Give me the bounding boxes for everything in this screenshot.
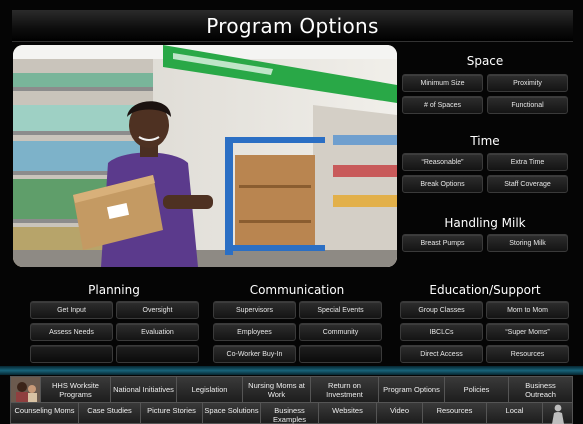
nav-business-examples[interactable]: Business Examples	[261, 403, 319, 424]
nav-websites[interactable]: Websites	[319, 403, 377, 423]
storing-milk-button[interactable]: Storing Milk	[487, 234, 568, 252]
secondary-nav: Counseling Moms Case Studies Picture Sto…	[10, 403, 573, 424]
nav-counseling-moms[interactable]: Counseling Moms	[11, 403, 79, 423]
special-events-button[interactable]: Special Events	[299, 301, 382, 319]
assess-needs-button[interactable]: Assess Needs	[30, 323, 113, 341]
ibclcs-button[interactable]: IBCLCs	[400, 323, 483, 341]
space-heading: Space	[466, 54, 504, 68]
planning-empty-button-2	[116, 345, 199, 363]
proximity-button[interactable]: Proximity	[487, 74, 568, 92]
staff-coverage-button[interactable]: Staff Coverage	[487, 175, 568, 193]
communication-empty-button	[299, 345, 382, 363]
communication-heading: Communication	[249, 283, 345, 297]
breast-pumps-button[interactable]: Breast Pumps	[402, 234, 483, 252]
nav-picture-stories[interactable]: Picture Stories	[141, 403, 203, 423]
mother-thumbnail-image[interactable]	[11, 377, 41, 402]
supervisors-button[interactable]: Supervisors	[213, 301, 296, 319]
divider-band	[0, 366, 583, 375]
extra-time-button[interactable]: Extra Time	[487, 153, 568, 171]
number-of-spaces-button[interactable]: # of Spaces	[402, 96, 483, 114]
page-title: Program Options	[206, 14, 379, 38]
primary-nav: HHS Worksite Programs National Initiativ…	[10, 376, 573, 403]
reasonable-button[interactable]: “Reasonable”	[402, 153, 483, 171]
nav-resources[interactable]: Resources	[423, 403, 487, 423]
hero-photo	[13, 45, 397, 267]
planning-empty-button-1	[30, 345, 113, 363]
evaluation-button[interactable]: Evaluation	[116, 323, 199, 341]
handling-milk-heading: Handling Milk	[444, 216, 526, 230]
super-moms-button[interactable]: “Super Moms”	[486, 323, 569, 341]
time-heading: Time	[470, 134, 500, 148]
nav-video[interactable]: Video	[377, 403, 423, 423]
nav-case-studies[interactable]: Case Studies	[79, 403, 141, 423]
get-input-button[interactable]: Get Input	[30, 301, 113, 319]
person-icon[interactable]	[544, 403, 572, 424]
app-frame: Program Options Space Minimum Size Proxi…	[0, 0, 583, 424]
nav-space-solutions[interactable]: Space Solutions	[203, 403, 261, 423]
nav-business-outreach[interactable]: Business Outreach	[509, 377, 572, 402]
planning-heading: Planning	[88, 283, 140, 297]
oversight-button[interactable]: Oversight	[116, 301, 199, 319]
education-support-heading: Education/Support	[429, 283, 541, 297]
resources-button[interactable]: Resources	[486, 345, 569, 363]
direct-access-button[interactable]: Direct Access	[400, 345, 483, 363]
store-worker-illustration	[13, 45, 397, 267]
nav-legislation[interactable]: Legislation	[177, 377, 243, 402]
nav-return-on-investment[interactable]: Return on Investment	[311, 377, 379, 402]
break-options-button[interactable]: Break Options	[402, 175, 483, 193]
nav-nursing-moms-at-work[interactable]: Nursing Moms at Work	[243, 377, 311, 402]
employees-button[interactable]: Employees	[213, 323, 296, 341]
coworker-buy-in-button[interactable]: Co-Worker Buy-In	[213, 345, 296, 363]
group-classes-button[interactable]: Group Classes	[400, 301, 483, 319]
functional-button[interactable]: Functional	[487, 96, 568, 114]
nav-local[interactable]: Local	[487, 403, 543, 423]
nav-hhs-worksite-programs[interactable]: HHS Worksite Programs	[41, 377, 111, 402]
mom-to-mom-button[interactable]: Mom to Mom	[486, 301, 569, 319]
community-button[interactable]: Community	[299, 323, 382, 341]
nav-national-initiatives[interactable]: National Initiatives	[111, 377, 177, 402]
minimum-size-button[interactable]: Minimum Size	[402, 74, 483, 92]
title-bar: Program Options	[12, 10, 573, 42]
nav-policies[interactable]: Policies	[445, 377, 509, 402]
nav-program-options[interactable]: Program Options	[379, 377, 445, 402]
